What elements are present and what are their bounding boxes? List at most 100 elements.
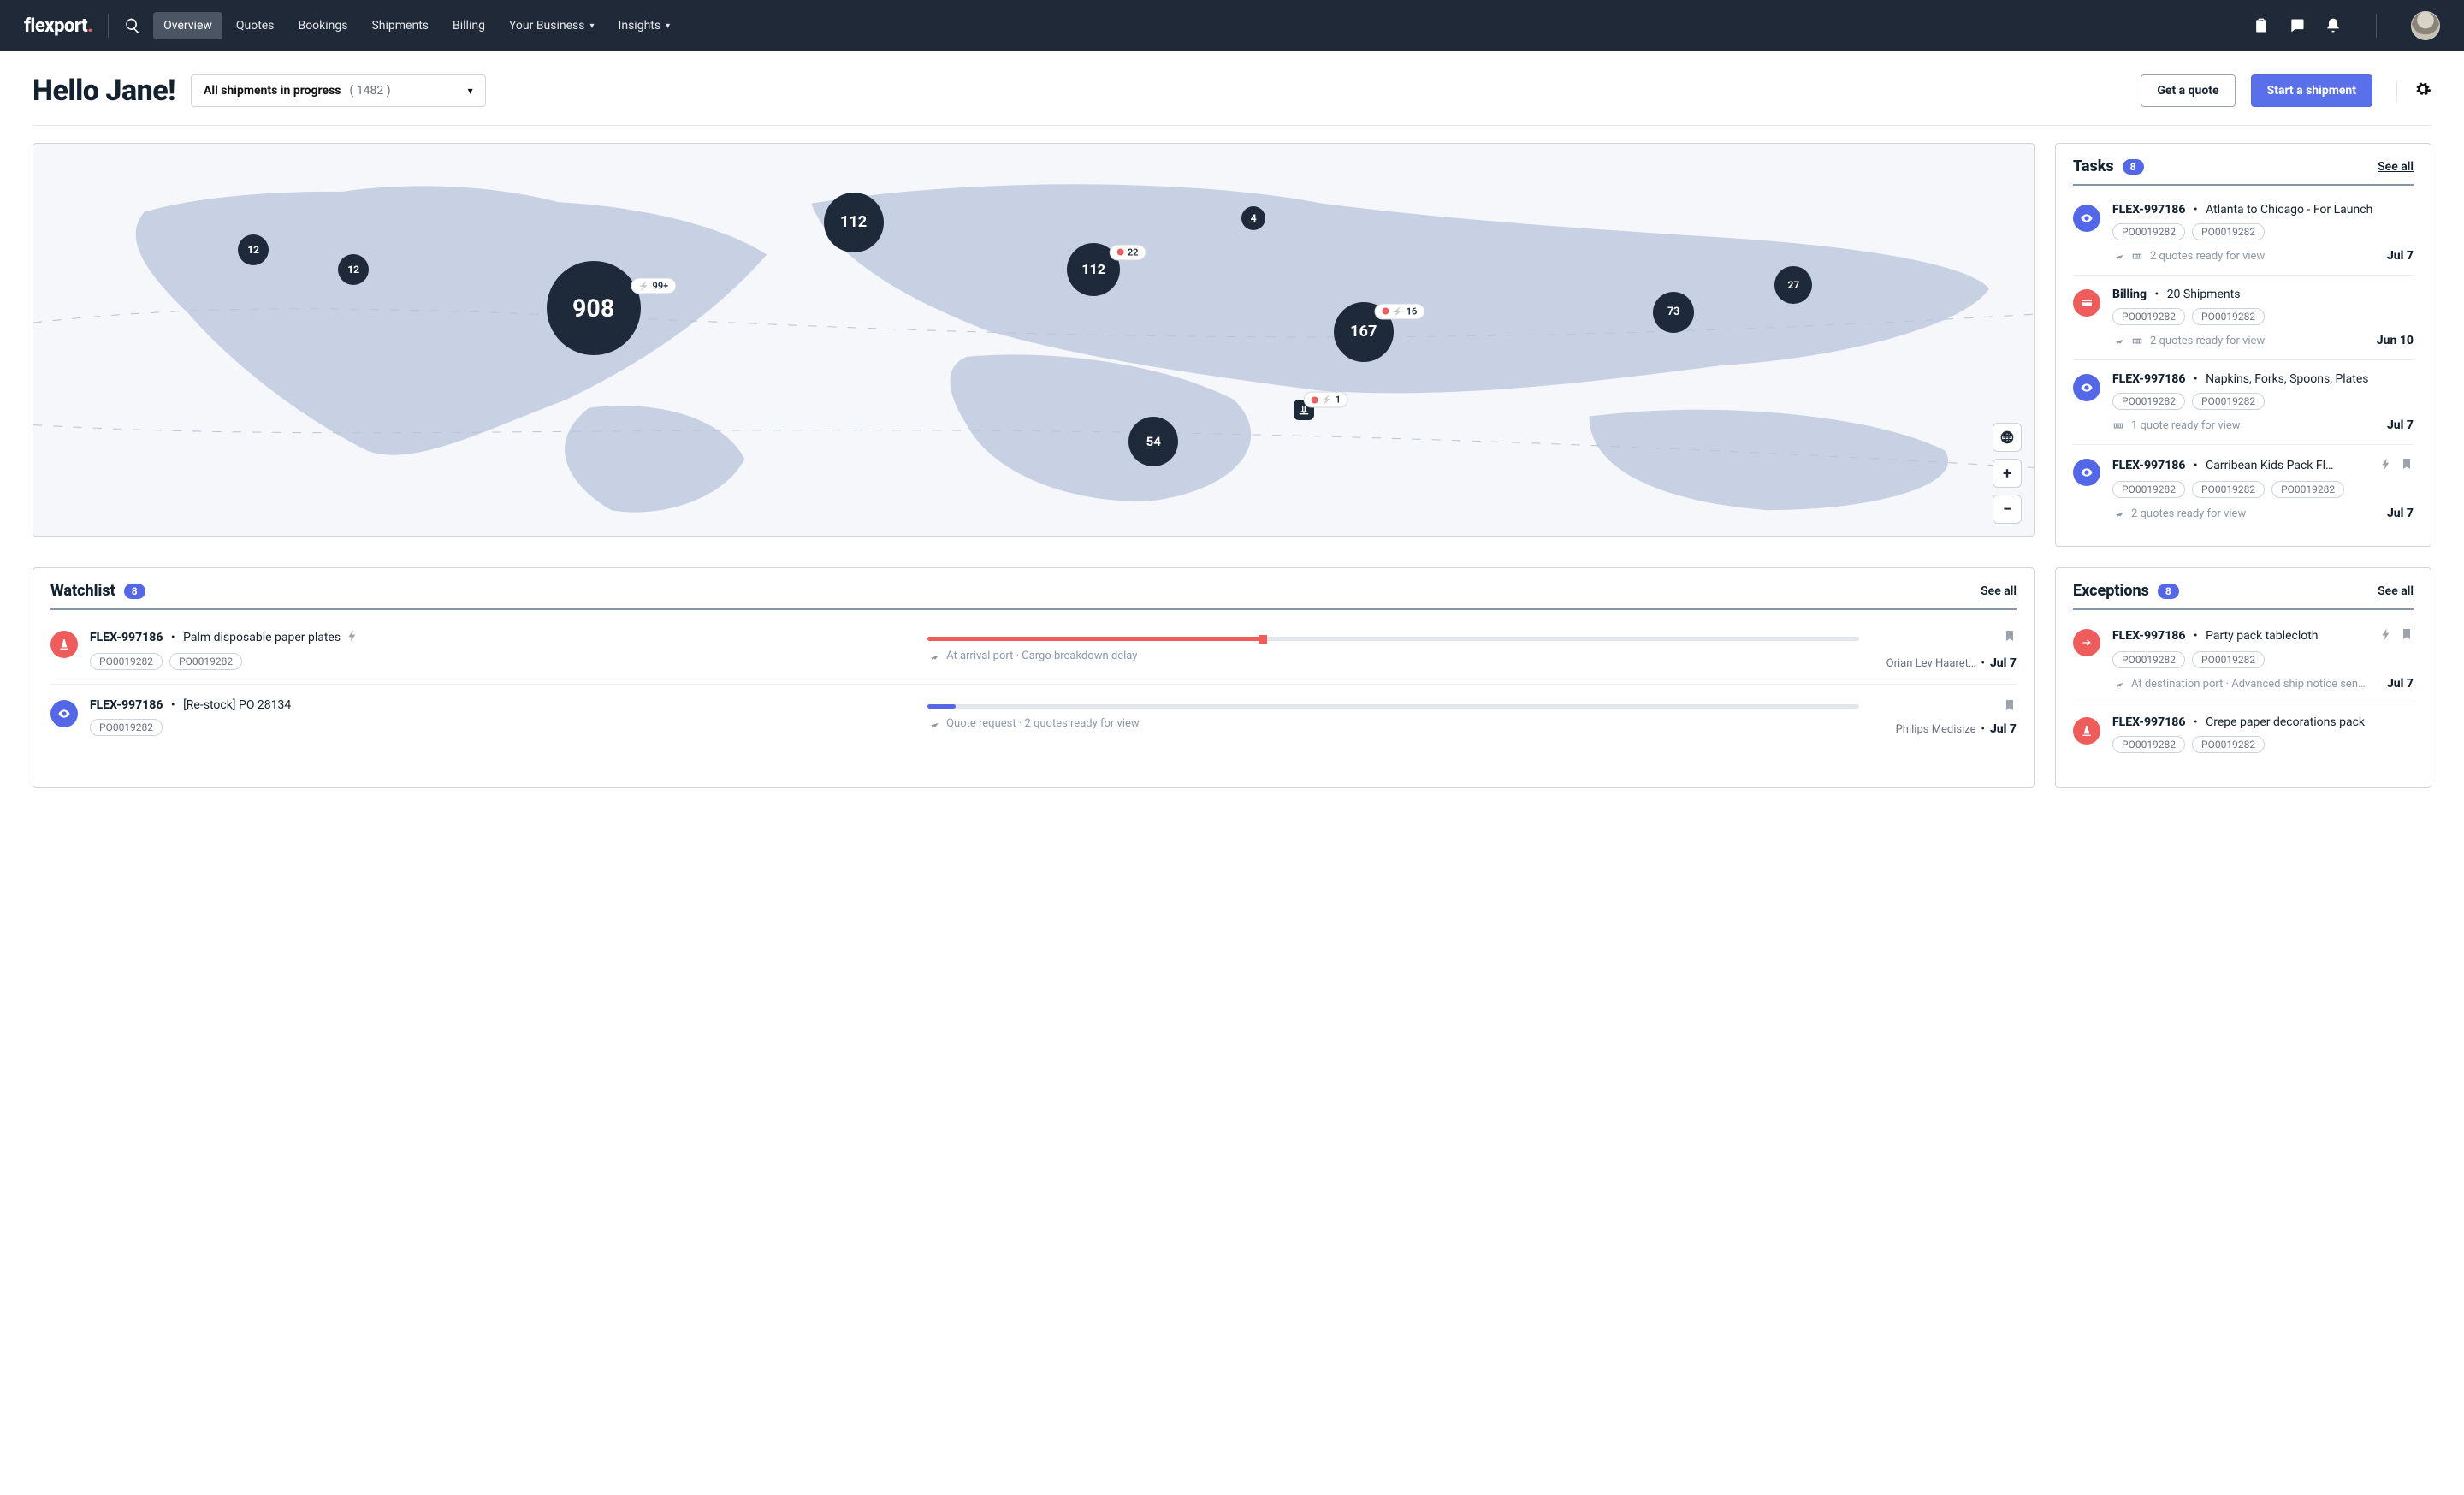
plane-icon xyxy=(2112,507,2124,519)
bolt-icon xyxy=(638,281,649,292)
po-chip[interactable]: PO0019282 xyxy=(2192,223,2265,240)
nav-item-your-business[interactable]: Your Business xyxy=(499,12,605,39)
exceptions-see-all-link[interactable]: See all xyxy=(2378,584,2414,598)
bolt-icon xyxy=(1321,395,1331,406)
po-chip[interactable]: PO0019282 xyxy=(90,719,163,736)
chat-icon[interactable] xyxy=(2289,17,2306,34)
row-id: FLEX-997186 xyxy=(90,631,163,644)
watchlist-row[interactable]: FLEX-997186 • [Re-stock] PO 28134 PO0019… xyxy=(50,685,2017,750)
bolt-icon xyxy=(1392,306,1402,317)
nav-item-insights[interactable]: Insights xyxy=(608,12,681,39)
bookmark-icon[interactable] xyxy=(2003,698,2017,715)
po-chip[interactable]: PO0019282 xyxy=(169,653,242,670)
map-bubble-tag[interactable]: 99+ xyxy=(631,278,676,294)
map-zoom-out-button[interactable]: − xyxy=(1993,495,2022,524)
row-desc: Atlanta to Chicago - For Launch xyxy=(2206,203,2372,217)
po-chip[interactable]: PO0019282 xyxy=(2112,393,2185,410)
cone-icon xyxy=(2073,717,2100,745)
watch-owner: Orian Lev Haaret… xyxy=(1886,657,1976,670)
map-globe-button[interactable] xyxy=(1993,423,2022,452)
nav-item-shipments[interactable]: Shipments xyxy=(361,12,439,39)
exceptions-count-badge: 8 xyxy=(2158,584,2179,599)
alert-dot-icon xyxy=(1117,249,1124,256)
row-foot-text: 2 quotes ready for view xyxy=(2150,335,2265,347)
row-desc: Palm disposable paper plates xyxy=(183,631,341,644)
row-desc: [Re-stock] PO 28134 xyxy=(183,698,291,712)
po-chip[interactable]: PO0019282 xyxy=(2112,481,2185,498)
map-bubble[interactable]: 4 xyxy=(1241,206,1265,230)
map-bubble-tag[interactable]: 1 xyxy=(1303,392,1348,408)
bookmark-icon[interactable] xyxy=(2003,629,2017,646)
map-bubble[interactable]: 112 xyxy=(824,193,884,252)
task-row[interactable]: FLEX-997186 • Atlanta to Chicago - For L… xyxy=(2073,191,2414,276)
row-id: FLEX-997186 xyxy=(2112,372,2185,386)
row-desc: Party pack tablecloth xyxy=(2206,629,2318,643)
gear-icon[interactable] xyxy=(2414,80,2431,102)
task-row[interactable]: FLEX-997186 • Napkins, Forks, Spoons, Pl… xyxy=(2073,360,2414,445)
plane-icon xyxy=(927,650,939,662)
row-foot-text: At destination port · Advanced ship noti… xyxy=(2131,678,2366,691)
search-icon[interactable] xyxy=(124,17,141,34)
shipments-filter-select[interactable]: All shipments in progress ( 1482 ) ▾ xyxy=(191,74,486,107)
progress-bar xyxy=(927,704,1859,709)
watchlist-panel: Watchlist 8 See all FLEX-997186 • Palm d… xyxy=(33,567,2035,788)
map-bubble[interactable]: 12 xyxy=(238,234,269,265)
po-chip[interactable]: PO0019282 xyxy=(2192,308,2265,325)
tasks-see-all-link[interactable]: See all xyxy=(2378,160,2414,174)
progress-knob xyxy=(1259,635,1267,644)
map-bubble[interactable]: 54 xyxy=(1128,417,1178,466)
eye-icon xyxy=(2073,205,2100,232)
task-row[interactable]: FLEX-997186 • Carribean Kids Pack Fl… PO… xyxy=(2073,445,2414,532)
map-zoom-in-button[interactable]: + xyxy=(1993,459,2022,488)
po-chip[interactable]: PO0019282 xyxy=(2192,736,2265,753)
map-bubble[interactable]: 27 xyxy=(1774,266,1812,304)
po-chip[interactable]: PO0019282 xyxy=(2192,481,2265,498)
task-row[interactable]: FLEX-997186 • Crepe paper decorations pa… xyxy=(2073,703,2414,774)
watchlist-see-all-link[interactable]: See all xyxy=(1981,584,2017,598)
po-chip[interactable]: PO0019282 xyxy=(2192,651,2265,668)
po-chip[interactable]: PO0019282 xyxy=(2192,393,2265,410)
exceptions-title: Exceptions xyxy=(2073,582,2149,600)
alert-dot-icon xyxy=(1382,308,1389,315)
map-bubble[interactable]: 908 xyxy=(547,261,641,355)
eye-icon xyxy=(2073,459,2100,486)
exceptions-panel: Exceptions 8 See all FLEX-997186 • Party… xyxy=(2055,567,2431,788)
world-map xyxy=(33,144,2034,536)
row-desc: Crepe paper decorations pack xyxy=(2206,715,2365,729)
watch-date: Jul 7 xyxy=(1990,656,2017,670)
watchlist-row[interactable]: FLEX-997186 • Palm disposable paper plat… xyxy=(50,615,2017,685)
po-chip[interactable]: PO0019282 xyxy=(2112,223,2185,240)
get-quote-button[interactable]: Get a quote xyxy=(2141,74,2235,107)
clipboard-icon[interactable] xyxy=(2253,17,2270,34)
row-date: Jul 7 xyxy=(2387,249,2414,263)
map-bubble-tag[interactable]: 16 xyxy=(1374,303,1424,319)
map-bubble[interactable]: 73 xyxy=(1653,292,1694,333)
bell-icon[interactable] xyxy=(2325,17,2342,34)
nav-item-bookings[interactable]: Bookings xyxy=(287,12,358,39)
po-chip[interactable]: PO0019282 xyxy=(2112,736,2185,753)
task-row[interactable]: FLEX-997186 • Party pack tablecloth PO00… xyxy=(2073,615,2414,703)
bolt-icon xyxy=(2379,457,2393,474)
po-chip[interactable]: PO0019282 xyxy=(2112,651,2185,668)
map-toolbar: + − xyxy=(1993,423,2022,524)
row-id: FLEX-997186 xyxy=(90,698,163,712)
start-shipment-button[interactable]: Start a shipment xyxy=(2251,74,2372,107)
bookmark-icon xyxy=(2400,627,2414,644)
task-row[interactable]: Billing • 20 Shipments PO0019282PO001928… xyxy=(2073,276,2414,360)
po-chip[interactable]: PO0019282 xyxy=(2272,481,2344,498)
row-desc: Napkins, Forks, Spoons, Plates xyxy=(2206,372,2368,386)
avatar[interactable] xyxy=(2411,11,2440,40)
nav-item-quotes[interactable]: Quotes xyxy=(226,12,285,39)
map-bubble-tag[interactable]: 22 xyxy=(1110,244,1146,260)
po-chip[interactable]: PO0019282 xyxy=(2112,308,2185,325)
bolt-icon xyxy=(2379,627,2393,644)
nav-item-overview[interactable]: Overview xyxy=(153,12,222,39)
nav-item-billing[interactable]: Billing xyxy=(442,12,495,39)
map-bubble[interactable]: 12 xyxy=(338,254,369,285)
row-foot-text: 2 quotes ready for view xyxy=(2131,507,2246,520)
po-chip[interactable]: PO0019282 xyxy=(90,653,163,670)
eye-icon xyxy=(50,700,78,727)
map-panel[interactable]: 121290899+112411222167167327541 + − xyxy=(33,143,2035,537)
logo[interactable]: flexport. xyxy=(24,15,92,37)
cone-icon xyxy=(50,631,78,658)
